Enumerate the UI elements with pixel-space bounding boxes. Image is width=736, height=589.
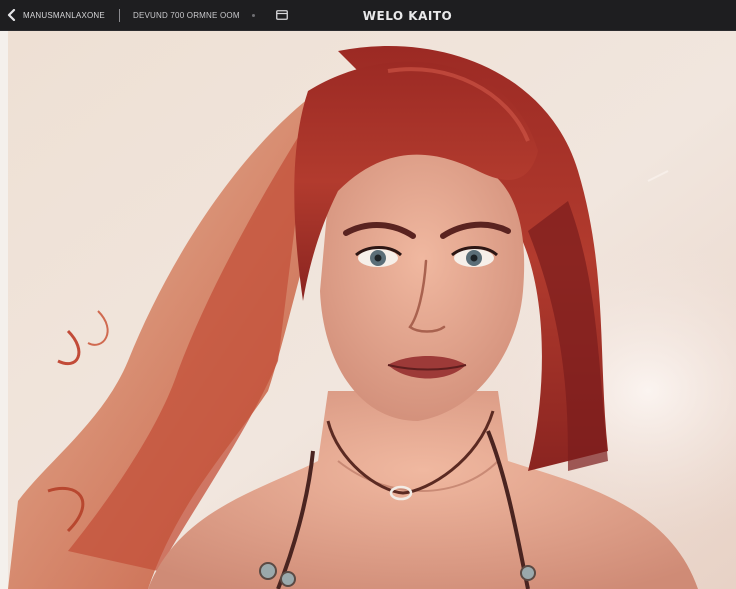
top-toolbar: MANUSMANLAXONE DEVUND 700 ORMNE OOM WELO… xyxy=(0,0,736,31)
toolbar-divider xyxy=(119,9,120,22)
separator-dot xyxy=(252,14,255,17)
artwork-illustration xyxy=(8,31,736,589)
chevron-left-icon[interactable] xyxy=(6,9,18,21)
image-canvas[interactable] xyxy=(0,31,736,589)
panel-toggle-icon[interactable] xyxy=(276,10,288,20)
breadcrumb-primary[interactable]: MANUSMANLAXONE xyxy=(23,11,105,20)
breadcrumb-secondary[interactable]: DEVUND 700 ORMNE OOM xyxy=(133,11,240,20)
document-title: WELO KAITO xyxy=(362,9,453,23)
